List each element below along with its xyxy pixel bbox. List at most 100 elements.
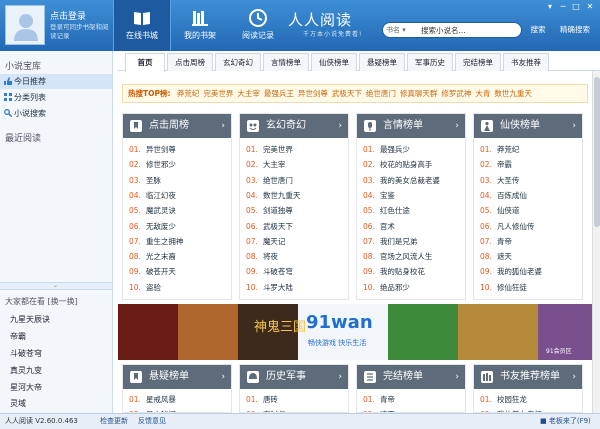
rank-list-item[interactable]: 09. 我的狐仙老婆 bbox=[480, 266, 542, 277]
rank-list-item[interactable]: 06. 凡人修仙传 bbox=[480, 221, 534, 232]
login-link[interactable]: 点击登录 bbox=[50, 9, 86, 22]
rank-list-item[interactable]: 06. 无敌废少 bbox=[129, 221, 176, 232]
more-arrow-icon[interactable]: › bbox=[338, 365, 342, 389]
rank-list-item[interactable]: 06. 武极天下 bbox=[246, 221, 293, 232]
rank-list-item[interactable]: 09. 我的贴身校花 bbox=[363, 266, 425, 277]
rank-list-item[interactable]: 05. 仙侠道 bbox=[480, 205, 519, 216]
rank-list-item[interactable]: 01. 异世剑尊 bbox=[129, 144, 176, 155]
sidebar-splitter[interactable]: ⌄ bbox=[0, 282, 112, 290]
rank-list-item[interactable]: 10. 修仙狂徒 bbox=[480, 282, 527, 293]
rank-list-item[interactable]: 02. 帝霸 bbox=[480, 159, 512, 170]
nav-online-bookstore[interactable]: 在线书城 bbox=[113, 0, 171, 51]
more-arrow-icon[interactable]: › bbox=[221, 365, 225, 389]
rank-list-item[interactable]: 09. 破苍开天 bbox=[129, 266, 176, 277]
tab-fantasy[interactable]: 玄幻奇幻 bbox=[215, 53, 261, 71]
ad-banner[interactable]: 神鬼三国 91wan 畅快游戏 快乐生活 91会员区 bbox=[118, 304, 596, 360]
rank-list-item[interactable]: 08. 将夜 bbox=[246, 251, 278, 262]
rank-list-item[interactable]: 04. 临江幻夜 bbox=[129, 190, 176, 201]
rank-list-item[interactable]: 10. 盗验 bbox=[129, 282, 161, 293]
rank-list-item[interactable]: 01. 校园狂龙 bbox=[480, 394, 527, 405]
maximize-icon[interactable]: □ bbox=[570, 2, 582, 12]
rank-list-item[interactable]: 02. 大主宰 bbox=[246, 159, 285, 170]
tab-home[interactable]: 首页 bbox=[125, 53, 165, 72]
tab-weekly-clicks[interactable]: 点击周榜 bbox=[167, 53, 213, 71]
search-input[interactable] bbox=[421, 24, 517, 36]
rank-list-item[interactable]: 04. 百炼成仙 bbox=[480, 190, 527, 201]
rank-list-item[interactable]: 08. 遮天 bbox=[480, 251, 512, 262]
rank-list-item[interactable]: 01. 唐砖 bbox=[246, 394, 278, 405]
search-button[interactable]: 搜索 bbox=[526, 22, 550, 38]
more-arrow-icon[interactable]: › bbox=[338, 114, 342, 138]
rank-list-item[interactable]: 07. 青帝 bbox=[480, 236, 512, 247]
rank-list-item[interactable]: 06. 官术 bbox=[363, 221, 395, 232]
tab-completed[interactable]: 完结榜单 bbox=[455, 53, 501, 71]
feedback-link[interactable]: 反馈意见 bbox=[138, 414, 166, 429]
boss-key-button[interactable]: ■ 老板来了(F9) bbox=[540, 414, 591, 429]
tab-mystery[interactable]: 悬疑榜单 bbox=[359, 53, 405, 71]
rank-list-item[interactable]: 01. 完美世界 bbox=[246, 144, 293, 155]
rank-list-item[interactable]: 05. 剑道独尊 bbox=[246, 205, 293, 216]
hot-search-link[interactable]: 武极天下 bbox=[332, 89, 362, 98]
rank-list-item[interactable]: 03. 我的美女总裁老婆 bbox=[363, 175, 440, 186]
close-icon[interactable]: ✕ bbox=[584, 2, 596, 12]
check-update-link[interactable]: 检查更新 bbox=[100, 414, 128, 429]
more-arrow-icon[interactable]: › bbox=[455, 365, 459, 389]
rank-list-item[interactable]: 01. 莽荒纪 bbox=[480, 144, 519, 155]
rank-list-item[interactable]: 01. 青帝 bbox=[363, 394, 395, 405]
tab-military-history[interactable]: 军事历史 bbox=[407, 53, 453, 71]
tab-xianxia[interactable]: 仙侠榜单 bbox=[311, 53, 357, 71]
tab-romance[interactable]: 言情榜单 bbox=[263, 53, 309, 71]
more-arrow-icon[interactable]: › bbox=[572, 365, 576, 389]
rank-list-item[interactable]: 09. 斗破苍穹 bbox=[246, 266, 293, 277]
hot-list-item[interactable]: 真灵九变 bbox=[10, 365, 42, 376]
hot-search-link[interactable]: 莽荒纪 bbox=[177, 89, 200, 98]
more-arrow-icon[interactable]: › bbox=[221, 114, 225, 138]
nav-bookshelf[interactable]: 我的书架 bbox=[171, 0, 229, 51]
sidebar-item-today[interactable]: 今日推荐 bbox=[0, 74, 112, 89]
rank-list-item[interactable]: 03. 大圣传 bbox=[480, 175, 519, 186]
rank-list-item[interactable]: 10. 绝品邪少 bbox=[363, 282, 410, 293]
hot-search-link[interactable]: 修罗武神 bbox=[441, 89, 471, 98]
hot-list-item[interactable]: 斗破苍穹 bbox=[10, 348, 42, 359]
sidebar-item-categories[interactable]: 分类列表 bbox=[0, 90, 112, 105]
more-arrow-icon[interactable]: › bbox=[455, 114, 459, 138]
hot-list-item[interactable]: 帝霸 bbox=[10, 331, 26, 342]
exact-search-button[interactable]: 精确搜索 bbox=[555, 22, 595, 38]
hot-search-link[interactable]: 修真聊天群 bbox=[400, 89, 438, 98]
rank-list-item[interactable]: 01. 星戒风暴 bbox=[129, 394, 176, 405]
rank-list-item[interactable]: 01. 最强兵少 bbox=[363, 144, 410, 155]
nav-reading-history[interactable]: 阅读记录 bbox=[229, 0, 287, 51]
rank-list-item[interactable]: 07. 我们是兄弟 bbox=[363, 236, 417, 247]
user-avatar[interactable] bbox=[5, 5, 45, 45]
rank-list-item[interactable]: 04. 数世九重天 bbox=[246, 190, 300, 201]
rank-list-item[interactable]: 03. 圣脉 bbox=[129, 175, 161, 186]
rank-list-item[interactable]: 05. 魔武灵诀 bbox=[129, 205, 176, 216]
rank-list-item[interactable]: 07. 魔天记 bbox=[246, 236, 285, 247]
rank-list-item[interactable]: 02. 修世邪少 bbox=[129, 159, 176, 170]
rank-list-item[interactable]: 02. 校花的贴身高手 bbox=[363, 159, 432, 170]
hot-search-link[interactable]: 数世九重天 bbox=[494, 89, 532, 98]
rank-list-item[interactable]: 04. 宝鉴 bbox=[363, 190, 395, 201]
search-scope-select[interactable]: 书名 ▾ bbox=[386, 25, 406, 35]
more-arrow-icon[interactable]: › bbox=[572, 114, 576, 138]
menu-dropdown-icon[interactable]: ▾ bbox=[544, 2, 556, 12]
rank-list-item[interactable]: 10. 斗罗大陆 bbox=[246, 282, 293, 293]
sidebar-item-search[interactable]: 小说搜索 bbox=[0, 106, 112, 121]
rank-list-item[interactable]: 05. 红色仕途 bbox=[363, 205, 410, 216]
rank-list-item[interactable]: 08. 光之末裔 bbox=[129, 251, 176, 262]
hot-list-item[interactable]: 星河大帝 bbox=[10, 382, 42, 393]
rank-list-item[interactable]: 03. 绝世唐门 bbox=[246, 175, 293, 186]
hot-search-link[interactable]: 绝世唐门 bbox=[366, 89, 396, 98]
vertical-scrollbar[interactable] bbox=[592, 71, 600, 413]
rank-list-item[interactable]: 08. 官场之风流人生 bbox=[363, 251, 432, 262]
hot-search-link[interactable]: 完美世界 bbox=[203, 89, 233, 98]
hot-list-item[interactable]: 九星天辰诀 bbox=[10, 314, 50, 325]
rank-list-item[interactable]: 07. 重生之拥神 bbox=[129, 236, 183, 247]
hot-reading-title[interactable]: 大家都在看 [换一换] bbox=[5, 296, 78, 307]
hot-search-link[interactable]: 大主宰 bbox=[237, 89, 260, 98]
hot-list-item[interactable]: 灵域 bbox=[10, 398, 26, 409]
minimize-icon[interactable]: ─ bbox=[557, 2, 569, 12]
hot-search-link[interactable]: 最强兵王 bbox=[264, 89, 294, 98]
hot-search-link[interactable]: 异世剑尊 bbox=[298, 89, 328, 98]
scrollbar-thumb[interactable] bbox=[594, 77, 600, 227]
